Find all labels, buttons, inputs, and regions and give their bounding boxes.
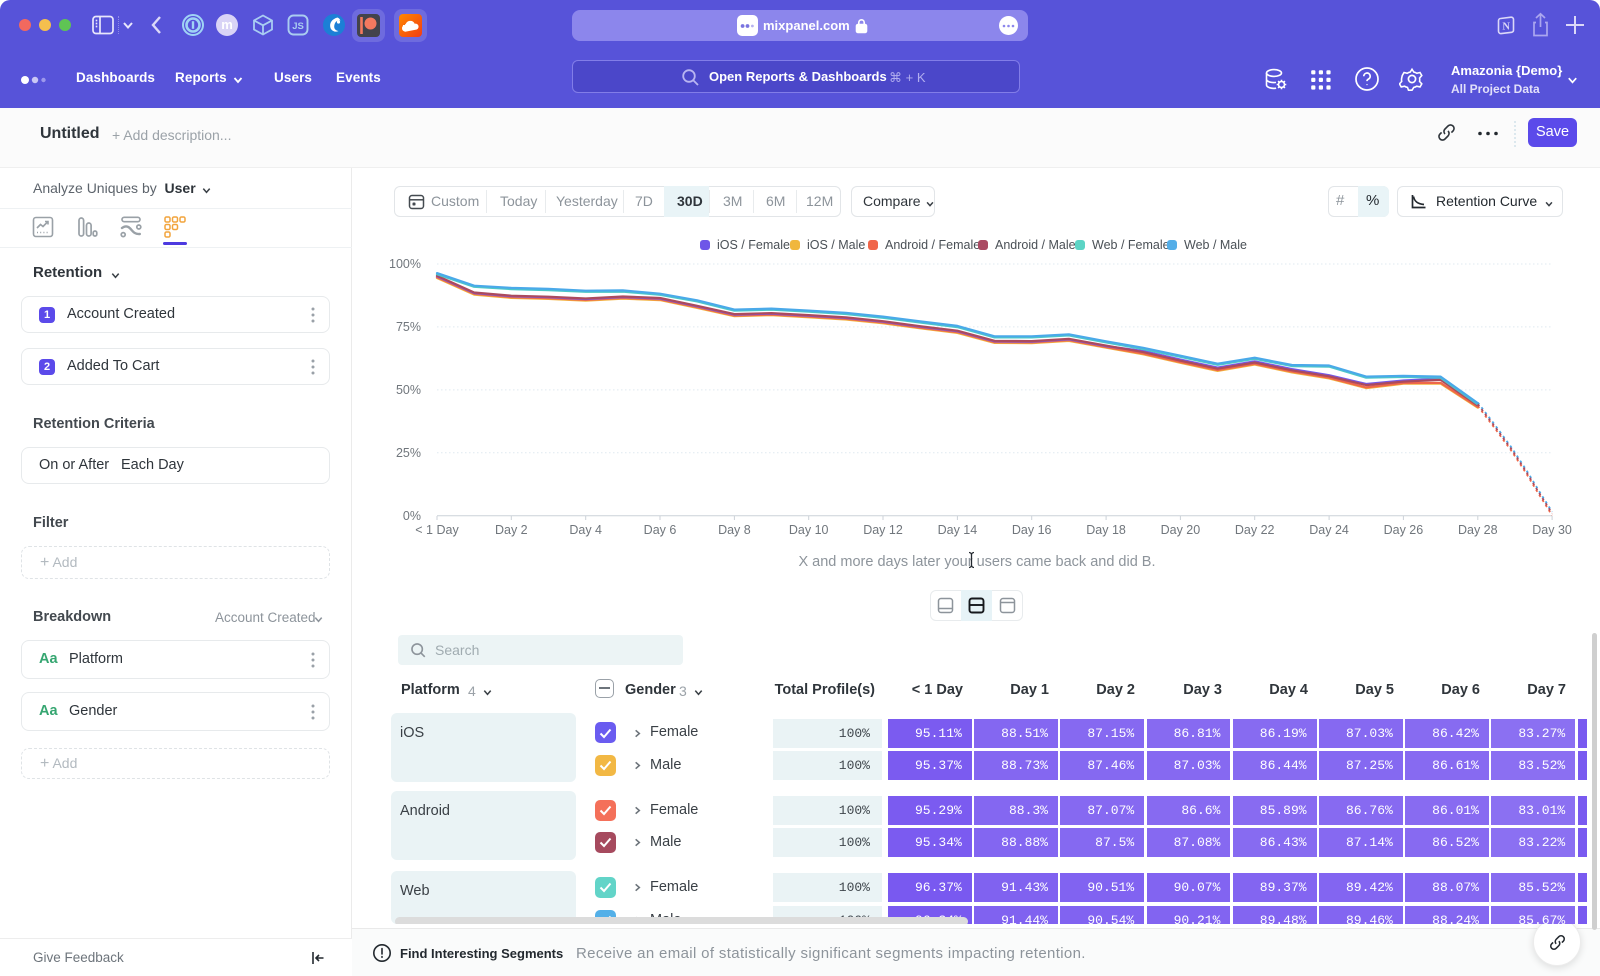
- svg-text:50%: 50%: [396, 383, 421, 397]
- svg-text:< 1 Day: < 1 Day: [415, 523, 459, 537]
- svg-text:Day 30: Day 30: [1532, 523, 1572, 537]
- svg-text:Day 6: Day 6: [644, 523, 677, 537]
- svg-text:Day 20: Day 20: [1161, 523, 1201, 537]
- svg-text:Day 12: Day 12: [863, 523, 903, 537]
- svg-text:Day 18: Day 18: [1086, 523, 1126, 537]
- svg-text:Day 2: Day 2: [495, 523, 528, 537]
- svg-text:JS: JS: [292, 21, 304, 32]
- svg-text:75%: 75%: [396, 320, 421, 334]
- svg-text:100%: 100%: [389, 257, 421, 271]
- svg-text:Day 28: Day 28: [1458, 523, 1498, 537]
- svg-text:Day 8: Day 8: [718, 523, 751, 537]
- svg-text:Day 4: Day 4: [569, 523, 602, 537]
- svg-text:Day 14: Day 14: [938, 523, 978, 537]
- svg-text:Day 24: Day 24: [1309, 523, 1349, 537]
- svg-text:N: N: [1502, 22, 1510, 33]
- svg-text:Day 22: Day 22: [1235, 523, 1275, 537]
- svg-text:0%: 0%: [403, 509, 421, 523]
- svg-text:Day 16: Day 16: [1012, 523, 1052, 537]
- svg-text:Day 10: Day 10: [789, 523, 829, 537]
- svg-text:25%: 25%: [396, 446, 421, 460]
- svg-text:Day 26: Day 26: [1384, 523, 1424, 537]
